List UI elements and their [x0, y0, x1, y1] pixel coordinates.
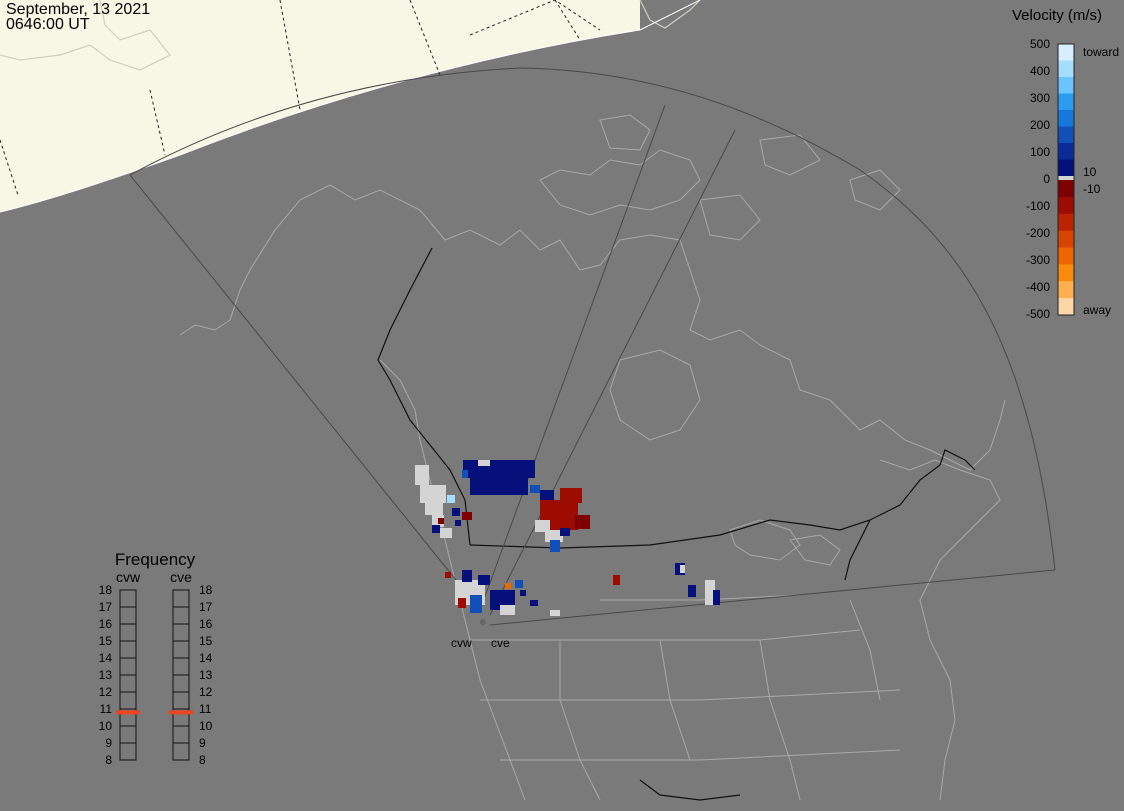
radar-label-cvw: cvw [451, 636, 472, 650]
frequency-scale-label: 15 [199, 634, 213, 648]
colorbar-swatch-away [1058, 196, 1074, 215]
frequency-scale-label: 15 [99, 634, 113, 648]
colorbar-tick-label: -400 [1026, 280, 1050, 294]
colorbar-swatch-away [1058, 298, 1074, 316]
colorbar-swatch-toward [1058, 110, 1074, 127]
colorbar-swatch-toward [1058, 159, 1074, 177]
colorbar-threshold-pos: 10 [1083, 165, 1097, 179]
colorbar-swatch-away [1058, 281, 1074, 299]
colorbar-tick-label: -200 [1026, 226, 1050, 240]
colorbar-title: Velocity (m/s) [1012, 7, 1102, 24]
frequency-scale-label: 8 [199, 753, 206, 767]
frequency-scale-label: 11 [100, 702, 113, 716]
legend-overlay: cvw cve Velocity (m/s) 500 400 300 200 100 0 -… [99, 7, 1119, 767]
frequency-scale-label: 9 [105, 736, 112, 750]
colorbar-swatch-away [1058, 264, 1074, 282]
colorbar-tick-label: 100 [1030, 145, 1050, 159]
map-plot: September, 13 2021 0646:00 UT cvw cve Ve… [0, 0, 1124, 811]
frequency-scale-label: 14 [199, 651, 213, 665]
frequency-scale-label: 9 [199, 736, 206, 750]
frequency-scale-label: 12 [99, 685, 113, 699]
frequency-scale-label: 8 [105, 753, 112, 767]
colorbar-tick-label: 400 [1030, 64, 1050, 78]
colorbar-swatch-toward [1058, 93, 1074, 111]
frequency-marker [116, 710, 140, 715]
colorbar-swatch-away [1058, 213, 1074, 232]
colorbar-swatch-away [1058, 247, 1074, 265]
colorbar-swatch-toward [1058, 143, 1074, 160]
frequency-scale-label: 16 [99, 617, 113, 631]
frequency-scale-label: 18 [199, 583, 213, 597]
frequency-marker [169, 710, 193, 715]
colorbar-tick-label: -100 [1026, 199, 1050, 213]
frequency-scale-label: 17 [99, 600, 113, 614]
colorbar-tick-label: -500 [1026, 307, 1050, 321]
colorbar-swatch-away [1058, 230, 1074, 248]
colorbar-tick-label: -300 [1026, 253, 1050, 267]
colorbar-tick-label: 0 [1043, 172, 1050, 186]
colorbar-swatch-zero [1058, 176, 1074, 180]
colorbar-toward-label: toward [1083, 45, 1119, 59]
frequency-column-cve: cve [170, 569, 192, 585]
frequency-scale-label: 13 [199, 668, 213, 682]
frequency-scale-label: 17 [199, 600, 213, 614]
colorbar-swatch-toward [1058, 60, 1074, 78]
frequency-scale-label: 13 [99, 668, 113, 682]
frequency-scale-label: 18 [99, 583, 113, 597]
velocity-colorbar: Velocity (m/s) 500 400 300 200 100 0 -100 -200 -… [1012, 7, 1119, 321]
frequency-scale-label: 10 [99, 719, 113, 733]
frequency-scale-label: 14 [99, 651, 113, 665]
frequency-scale-label: 16 [199, 617, 213, 631]
colorbar-away-label: away [1083, 303, 1111, 317]
frequency-scale-label: 12 [199, 685, 213, 699]
colorbar-tick-label: 300 [1030, 91, 1050, 105]
frequency-title: Frequency [115, 550, 196, 569]
colorbar-swatch-toward [1058, 44, 1074, 61]
colorbar-tick-label: 500 [1030, 37, 1050, 51]
colorbar-threshold-neg: -10 [1083, 182, 1101, 196]
frequency-scale-label: 10 [199, 719, 213, 733]
frequency-scale-label: 11 [199, 702, 212, 716]
colorbar-tick-label: 200 [1030, 118, 1050, 132]
frequency-column-cvw: cvw [116, 569, 141, 585]
radar-label-cve: cve [491, 636, 510, 650]
colorbar-swatch-toward [1058, 77, 1074, 94]
colorbar-swatch-toward [1058, 126, 1074, 144]
frequency-panel: Frequency cvw cve 18 18 17 17 16 16 15 15 14 14 13… [99, 550, 213, 767]
colorbar-swatch-away [1058, 180, 1074, 198]
